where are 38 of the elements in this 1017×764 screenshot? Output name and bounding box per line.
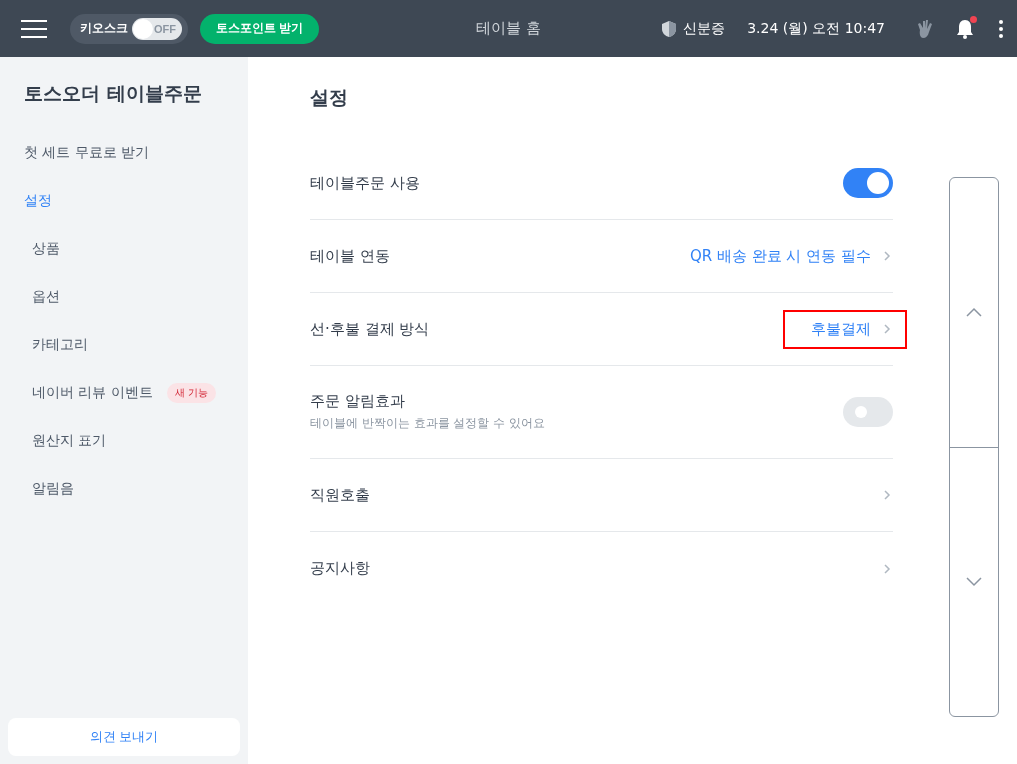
sidebar-title: 토스오더 테이블주문 — [23, 81, 203, 106]
setting-label: 테이블 연동 — [310, 246, 390, 266]
sidebar-item-label: 네이버 리뷰 이벤트 — [32, 384, 153, 402]
chevron-right-icon — [881, 489, 893, 501]
kiosk-label: 키오스크 — [80, 20, 128, 37]
shield-icon — [661, 19, 678, 38]
setting-label: 선·후불 결제 방식 — [310, 319, 430, 339]
setting-label: 주문 알림효과 — [310, 392, 406, 411]
id-card-label[interactable]: 신분증 — [683, 19, 726, 38]
more-icon[interactable] — [999, 19, 1003, 38]
menu-icon[interactable] — [20, 18, 48, 39]
setting-value-link[interactable]: QR 배송 완료 시 연동 필수 — [661, 236, 907, 276]
sidebar-item[interactable]: 네이버 리뷰 이벤트 새 기능 — [0, 369, 248, 417]
sidebar-item[interactable]: 옵션 — [0, 273, 248, 321]
setting-label: 테이블주문 사용 — [310, 173, 420, 193]
setting-description: 테이블에 반짝이는 효과를 설정할 수 있어요 — [310, 415, 546, 432]
chevron-up-icon — [966, 307, 982, 318]
chevron-right-icon — [881, 323, 893, 335]
new-feature-badge: 새 기능 — [166, 383, 217, 403]
sidebar-item[interactable]: 원산지 표기 — [0, 417, 248, 465]
bell-icon[interactable] — [955, 17, 975, 40]
setting-label: 직원호출 — [310, 485, 370, 505]
sidebar-item[interactable]: 첫 세트 무료로 받기 — [0, 129, 248, 177]
sidebar-item[interactable]: 알림음 — [0, 465, 248, 513]
setting-value-link[interactable]: 후불결제 — [783, 309, 907, 349]
page-title: 테이블 홈 — [476, 19, 541, 38]
toggle-switch[interactable] — [843, 397, 893, 427]
feedback-button[interactable]: 의견 보내기 — [8, 718, 240, 756]
sidebar-item[interactable]: 상품 — [0, 225, 248, 273]
sidebar-item[interactable]: 카테고리 — [0, 321, 248, 369]
setting-label: 공지사항 — [310, 559, 370, 578]
date-time: 3.24 (월) 오전 10:47 — [747, 19, 885, 38]
chevron-right-icon — [881, 250, 893, 262]
chevron-right-icon — [881, 562, 893, 575]
chevron-down-icon — [966, 576, 982, 587]
settings-title: 설정 — [310, 85, 349, 110]
sidebar-item[interactable]: 설정 — [0, 177, 248, 225]
toggle-switch[interactable] — [843, 168, 893, 198]
